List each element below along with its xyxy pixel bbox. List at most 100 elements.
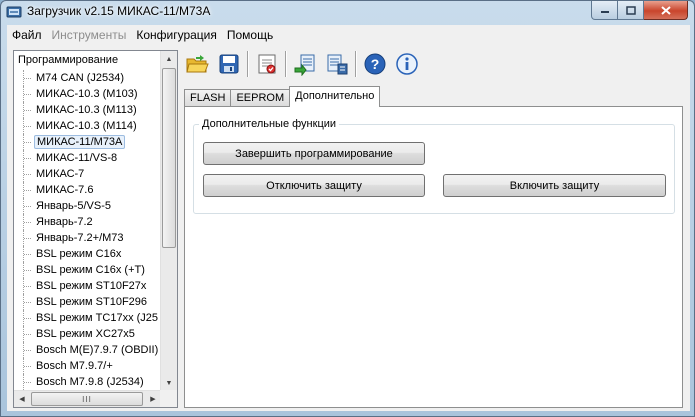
tree-item-label: МИКАС-10.3 (М113) <box>36 104 137 116</box>
arrow-up-icon: ▲ <box>165 55 173 63</box>
scroll-right-button[interactable]: ▶ <box>145 391 161 407</box>
scroll-thumb-horizontal[interactable]: III <box>31 392 143 406</box>
tree-item[interactable]: BSL режим TC17xx (J25 <box>14 310 162 326</box>
menu-tools[interactable]: Инструменты <box>47 25 132 45</box>
configure-button[interactable] <box>253 50 281 78</box>
tree-item-label: Bosch M7.9.7/+ <box>36 360 113 372</box>
tree-item-label: M74 CAN (J2534) <box>36 72 125 84</box>
tree-item[interactable]: Январь-7.2 <box>14 214 162 230</box>
tree-item-label: Bosch M(E)7.9.7 (OBDII) <box>36 344 159 356</box>
disable-protection-button[interactable]: Отключить защиту <box>203 174 425 197</box>
tree-item-label: МИКАС-10.3 (М114) <box>36 120 137 132</box>
tree-item[interactable]: BSL режим C16x <box>14 246 162 262</box>
tree-item-label: BSL режим XC27x5 <box>36 328 135 340</box>
toolbar-separator <box>355 51 357 77</box>
read-ecu-icon <box>294 54 315 76</box>
scroll-up-button[interactable]: ▲ <box>161 51 177 67</box>
tree-item-label: BSL режим ST10F27x <box>36 280 147 292</box>
info-button[interactable] <box>393 50 421 78</box>
arrow-right-icon: ▶ <box>150 396 156 403</box>
tab-eeprom[interactable]: EEPROM <box>230 89 291 107</box>
tree-vertical-scrollbar[interactable]: ▲ ▼ <box>160 51 177 391</box>
tree-item[interactable]: BSL режим XC27x5 <box>14 326 162 342</box>
tab-flash[interactable]: FLASH <box>184 89 232 107</box>
tree-item[interactable]: МИКАС-7.6 <box>14 182 162 198</box>
arrow-down-icon: ▼ <box>165 379 173 387</box>
tree-item-label: BSL режим C16x <box>36 248 122 260</box>
tree-item[interactable]: МИКАС-10.3 (М113) <box>14 102 162 118</box>
minimize-icon <box>600 11 609 13</box>
menu-file[interactable]: Файл <box>7 25 47 45</box>
tree-item[interactable]: BSL режим ST10F296 <box>14 294 162 310</box>
tree-item[interactable]: M74 CAN (J2534) <box>14 70 162 86</box>
read-button[interactable] <box>291 50 319 78</box>
tree-item-label: МИКАС-10.3 (М103) <box>36 88 138 100</box>
minimize-button[interactable] <box>591 1 618 20</box>
tree-item[interactable]: BSL режим C16x (+T) <box>14 262 162 278</box>
tree-item[interactable]: МИКАС-11/VS-8 <box>14 150 162 166</box>
open-folder-icon <box>186 55 209 73</box>
tree-item-list: M74 CAN (J2534) МИКАС-10.3 (М103) МИКАС-10… <box>14 70 162 390</box>
tree-horizontal-scrollbar[interactable]: ◀ III ▶ <box>14 390 161 407</box>
tab-additional[interactable]: Дополнительно <box>289 86 381 107</box>
tab-panel-additional: Дополнительные функции Завершить програм… <box>184 106 683 408</box>
tree-item-label: BSL режим C16x (+T) <box>36 264 145 276</box>
device-tree[interactable]: Программирование M74 CAN (J2534) МИКАС-10… <box>13 50 178 408</box>
arrow-left-icon: ◀ <box>19 396 25 403</box>
toolbar: ? <box>183 48 433 80</box>
svg-text:?: ? <box>371 56 380 72</box>
tree-item-label: BSL режим TC17xx (J25 <box>36 312 159 324</box>
toolbar-separator <box>285 51 287 77</box>
open-button[interactable] <box>183 50 211 78</box>
main-window: Загрузчик v2.15 МИКАС-11/М73А Файл Инстр… <box>0 0 695 417</box>
tree-item-label: Январь-7.2+/М73 <box>36 232 124 244</box>
close-button[interactable] <box>644 1 688 20</box>
write-ecu-icon <box>327 54 348 75</box>
tree-item[interactable]: Январь-5/VS-5 <box>14 198 162 214</box>
caption-buttons <box>591 1 688 20</box>
title-bar[interactable]: Загрузчик v2.15 МИКАС-11/М73А <box>1 1 694 23</box>
tree-root-label[interactable]: Программирование <box>18 54 118 66</box>
close-icon <box>660 5 671 15</box>
menu-bar: Файл Инструменты Конфигурация Помощь <box>7 25 690 45</box>
grip-icon: III <box>82 394 92 404</box>
tree-item[interactable]: МИКАС-10.3 (М114) <box>14 118 162 134</box>
additional-functions-group: Дополнительные функции Завершить програм… <box>193 118 675 214</box>
tree-item-label: МИКАС-11/VS-8 <box>36 152 118 164</box>
tree-item[interactable]: МИКАС-7 <box>14 166 162 182</box>
tree-item[interactable]: BSL режим ST10F27x <box>14 278 162 294</box>
tree-item[interactable]: Январь-7.2+/М73 <box>14 230 162 246</box>
toolbar-separator <box>247 51 249 77</box>
settings-check-icon <box>258 54 276 74</box>
tree-item[interactable]: МИКАС-11/М73А <box>14 134 162 150</box>
save-disk-icon <box>219 54 239 74</box>
tree-item-label: Январь-7.2 <box>36 216 93 228</box>
help-button[interactable]: ? <box>361 50 389 78</box>
help-icon: ? <box>364 53 386 75</box>
window-title: Загрузчик v2.15 МИКАС-11/М73А <box>27 4 211 18</box>
tree-item-label: МИКАС-11/М73А <box>34 135 126 149</box>
maximize-icon <box>625 5 636 15</box>
scroll-thumb-vertical[interactable] <box>162 68 176 248</box>
info-icon <box>396 53 418 75</box>
tree-item-label: BSL режим ST10F296 <box>36 296 148 308</box>
menu-configuration[interactable]: Конфигурация <box>131 25 222 45</box>
tab-strip: FLASH EEPROM Дополнительно <box>184 86 381 107</box>
tree-item-label: МИКАС-7 <box>36 168 85 180</box>
client-area: Программирование M74 CAN (J2534) МИКАС-10… <box>7 45 690 411</box>
maximize-button[interactable] <box>618 1 644 20</box>
tree-item[interactable]: Bosch M(E)7.9.7 (OBDII) <box>14 342 162 358</box>
menu-help[interactable]: Помощь <box>222 25 278 45</box>
write-button[interactable] <box>323 50 351 78</box>
tree-item[interactable]: Bosch M7.9.8 (J2534) <box>14 374 162 390</box>
save-button[interactable] <box>215 50 243 78</box>
tree-item[interactable]: Bosch M7.9.7/+ <box>14 358 162 374</box>
enable-protection-button[interactable]: Включить защиту <box>443 174 666 197</box>
app-icon <box>6 6 22 18</box>
scroll-left-button[interactable]: ◀ <box>14 391 30 407</box>
tree-item[interactable]: МИКАС-10.3 (М103) <box>14 86 162 102</box>
group-title: Дополнительные функции <box>199 118 340 130</box>
finish-programming-button[interactable]: Завершить программирование <box>203 142 425 165</box>
scroll-down-button[interactable]: ▼ <box>161 375 177 391</box>
tree-item-label: МИКАС-7.6 <box>36 184 94 196</box>
